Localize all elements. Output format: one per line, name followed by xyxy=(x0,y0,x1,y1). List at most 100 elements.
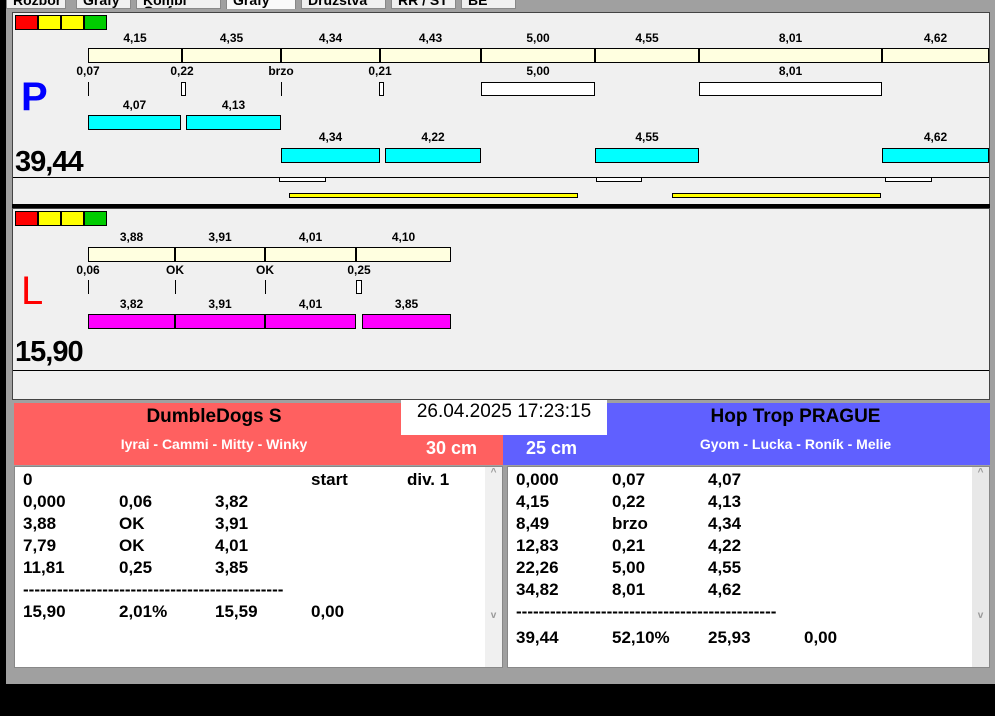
fault-label: 5,00 xyxy=(526,64,550,78)
reaction-label: 0,22 xyxy=(170,64,194,78)
cell: 0,00 xyxy=(804,628,838,647)
p-total-time: 39,44 xyxy=(15,146,84,178)
marker xyxy=(88,280,89,294)
split-label: 4,34 xyxy=(318,31,343,45)
cell: 8,01 xyxy=(612,580,646,599)
cell: 3,82 xyxy=(215,492,249,511)
tab-3[interactable]: Grafy xyxy=(226,0,296,9)
dog-bar xyxy=(882,148,989,163)
split-bar xyxy=(380,48,481,63)
split-bar xyxy=(882,48,989,63)
dog-bar xyxy=(362,314,451,329)
split-bar xyxy=(699,48,882,63)
reaction-label: 0,07 xyxy=(76,64,100,78)
cell: 11,81 xyxy=(23,558,65,577)
status-square xyxy=(61,15,84,30)
cell: 34,82 xyxy=(516,580,559,599)
baseline xyxy=(13,370,989,371)
split-bar xyxy=(281,48,380,63)
tab-2[interactable]: Kombi Graf xyxy=(136,0,221,9)
split-bar xyxy=(182,48,281,63)
split-label: 3,88 xyxy=(119,230,144,244)
status-square xyxy=(38,15,61,30)
cell: ----------------------------------------… xyxy=(23,580,284,599)
cell: 5,00 xyxy=(612,558,646,577)
dog-label: 4,13 xyxy=(221,98,246,112)
main-window: Rozbor Grafy Kombi Graf Grafy Družstva RR / S… xyxy=(6,0,995,684)
dog-label: 4,01 xyxy=(298,297,323,311)
gap-marker xyxy=(596,177,642,182)
dog-bar xyxy=(595,148,699,163)
reaction-label: OK xyxy=(166,263,184,277)
dog-label: 3,85 xyxy=(394,297,419,311)
left-results-list[interactable]: ^ v 0 start div. 1 0,000 0,06 3,82 3,88 OK 3,91 7,7… xyxy=(14,466,503,668)
dog-bar xyxy=(385,148,481,163)
right-results-list[interactable]: ^ v 0,000 0,07 4,07 4,15 0,22 4,13 8,49 brzo 4,34 1… xyxy=(507,466,990,668)
dog-bar xyxy=(186,115,281,130)
cell: start xyxy=(311,470,348,489)
status-square xyxy=(38,211,61,226)
cell: 0 xyxy=(23,470,33,489)
split-label: 3,91 xyxy=(208,230,232,244)
marker xyxy=(265,280,266,294)
cell: 2,01% xyxy=(119,602,168,621)
cell: OK xyxy=(119,514,145,533)
gap-marker xyxy=(279,177,326,182)
reaction-label: 0,06 xyxy=(76,263,100,277)
cell: 0,21 xyxy=(612,536,646,555)
right-team-height: 25 cm xyxy=(526,438,578,458)
cell: 7,79 xyxy=(23,536,57,555)
status-square xyxy=(15,15,38,30)
split-label: 4,55 xyxy=(635,31,659,45)
l-total-time: 15,90 xyxy=(15,336,84,368)
panel-l: L 15,90 3,88 3,91 4,01 4,10 0,06 OK OK 0,25 3,82 3,… xyxy=(12,208,990,400)
left-team-height: 30 cm xyxy=(426,438,478,458)
marker xyxy=(88,82,89,96)
baseline xyxy=(13,177,989,178)
cell: OK xyxy=(119,536,145,555)
tab-6[interactable]: BE xyxy=(461,0,516,9)
cell: 22,26 xyxy=(516,558,559,577)
split-label: 4,01 xyxy=(298,230,323,244)
split-bar xyxy=(595,48,699,63)
scrollbar[interactable]: ^ v xyxy=(972,467,989,667)
cell: 25,93 xyxy=(708,628,751,647)
fault-bar xyxy=(699,82,882,96)
marker xyxy=(281,82,282,96)
marker xyxy=(356,280,362,294)
split-bar xyxy=(356,247,451,262)
reaction-label: brzo xyxy=(268,64,294,78)
cell: 3,85 xyxy=(215,558,249,577)
right-team-dogs: Gyom - Lucka - Roník - Melie xyxy=(699,436,892,452)
cell: 12,83 xyxy=(516,536,559,555)
dog-label: 4,07 xyxy=(122,98,147,112)
split-label: 8,01 xyxy=(778,31,803,45)
right-team-name: Hop Trop PRAGUE xyxy=(710,406,881,427)
cell: 0,22 xyxy=(612,492,646,511)
scrollbar[interactable]: ^ v xyxy=(485,467,502,667)
cell: 52,10% xyxy=(612,628,670,647)
reaction-label: 0,25 xyxy=(347,263,371,277)
fault-bar xyxy=(481,82,595,96)
gap-marker xyxy=(885,177,932,182)
tab-5[interactable]: RR / ST xyxy=(391,0,456,9)
cell: 4,07 xyxy=(708,470,742,489)
lane-letter: P xyxy=(21,75,48,119)
tab-4[interactable]: Družstva xyxy=(301,0,386,9)
left-team-dogs: Iyrai - Cammi - Mitty - Winky xyxy=(120,436,308,452)
cell: 0,07 xyxy=(612,470,646,489)
cell: 4,01 xyxy=(215,536,249,555)
cell: 39,44 xyxy=(516,628,559,647)
tab-1[interactable]: Grafy xyxy=(76,0,131,9)
split-label: 4,10 xyxy=(391,230,416,244)
dog-label: 3,82 xyxy=(119,297,144,311)
cell: 4,13 xyxy=(708,492,742,511)
tab-0[interactable]: Rozbor xyxy=(6,0,66,9)
dog-label: 4,22 xyxy=(421,130,445,144)
marker xyxy=(181,82,186,96)
split-bar xyxy=(88,247,175,262)
status-square xyxy=(61,211,84,226)
cell: 8,49 xyxy=(516,514,550,533)
cell: 0,000 xyxy=(23,492,66,511)
split-label: 4,15 xyxy=(123,31,147,45)
